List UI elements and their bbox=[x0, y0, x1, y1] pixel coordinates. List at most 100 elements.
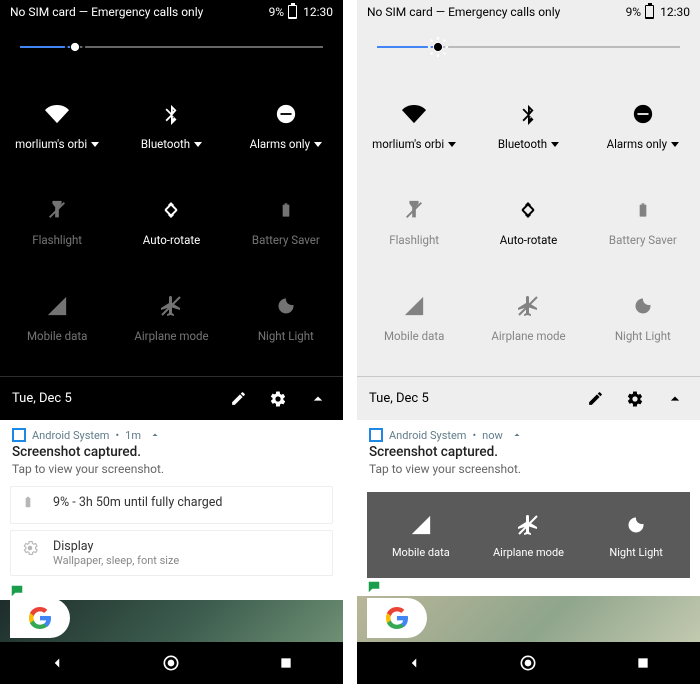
caret-down-icon bbox=[91, 142, 99, 147]
sub-notification[interactable]: Display Wallpaper, sleep, font size bbox=[10, 530, 333, 576]
preview-tile-nightlight: Night Light bbox=[582, 492, 690, 578]
tile-label: Battery Saver bbox=[252, 233, 320, 247]
tile-airplane[interactable]: Airplane mode bbox=[471, 270, 585, 366]
flashlight-icon bbox=[44, 197, 70, 223]
chevron-up-icon[interactable] bbox=[305, 386, 331, 412]
tile-dnd[interactable]: Alarms only bbox=[229, 78, 343, 174]
google-search-pill[interactable] bbox=[367, 598, 427, 638]
tile-label: Mobile data bbox=[384, 329, 444, 343]
notif-title: Screenshot captured. bbox=[0, 444, 343, 460]
nightlight-icon bbox=[623, 512, 649, 538]
nav-back[interactable] bbox=[43, 649, 71, 677]
gear-icon[interactable] bbox=[265, 386, 291, 412]
tile-autorotate[interactable]: Auto-rotate bbox=[471, 174, 585, 270]
status-sim-text: No SIM card — Emergency calls only bbox=[10, 5, 203, 19]
nav-home[interactable] bbox=[514, 649, 542, 677]
edit-icon[interactable] bbox=[582, 386, 608, 412]
caret-down-icon bbox=[671, 142, 679, 147]
chevron-up-icon[interactable] bbox=[662, 386, 688, 412]
nav-recents[interactable] bbox=[629, 649, 657, 677]
tile-nightlight[interactable]: Night Light bbox=[229, 270, 343, 366]
nightlight-icon bbox=[273, 293, 299, 319]
battery-icon bbox=[288, 5, 297, 19]
qs-footer-date: Tue, Dec 5 bbox=[12, 391, 72, 406]
dnd-icon bbox=[273, 101, 299, 127]
nav-recents[interactable] bbox=[272, 649, 300, 677]
tile-label: Night Light bbox=[615, 329, 671, 343]
chevron-up-icon[interactable] bbox=[511, 429, 523, 441]
status-battery-pct: 9% bbox=[269, 5, 285, 19]
qs-footer: Tue, Dec 5 bbox=[357, 376, 700, 420]
airplane-icon bbox=[515, 512, 541, 538]
autorotate-icon bbox=[158, 197, 184, 223]
status-bar: No SIM card — Emergency calls only 9% 12… bbox=[357, 0, 700, 24]
tile-label: Airplane mode bbox=[134, 329, 208, 343]
tile-nightlight[interactable]: Night Light bbox=[586, 270, 700, 366]
tile-label: Flashlight bbox=[389, 233, 439, 247]
tile-label: Airplane mode bbox=[491, 329, 565, 343]
brightness-slider[interactable] bbox=[0, 24, 343, 70]
battery-icon bbox=[645, 5, 654, 19]
status-time: 12:30 bbox=[303, 5, 333, 19]
battery-icon bbox=[630, 197, 656, 223]
status-bar: No SIM card — Emergency calls only 9% 12… bbox=[0, 0, 343, 24]
chevron-up-icon[interactable] bbox=[149, 429, 161, 441]
tile-label: Bluetooth bbox=[141, 137, 190, 151]
tile-label: Battery Saver bbox=[609, 233, 677, 247]
status-sim-text: No SIM card — Emergency calls only bbox=[367, 5, 560, 19]
tile-dnd[interactable]: Alarms only bbox=[586, 78, 700, 174]
tile-wifi[interactable]: morlium's orbi bbox=[357, 78, 471, 174]
preview-tile-label: Night Light bbox=[609, 546, 663, 559]
tile-autorotate[interactable]: Auto-rotate bbox=[114, 174, 228, 270]
notif-age: 1m bbox=[125, 429, 141, 442]
qs-footer-date: Tue, Dec 5 bbox=[369, 391, 429, 406]
airplane-icon bbox=[158, 293, 184, 319]
tile-wifi[interactable]: morlium's orbi bbox=[0, 78, 114, 174]
wallpaper bbox=[357, 596, 700, 684]
tile-flashlight[interactable]: Flashlight bbox=[0, 174, 114, 270]
preview-tile-mobiledata: Mobile data bbox=[367, 492, 475, 578]
tile-battery[interactable]: Battery Saver bbox=[586, 174, 700, 270]
sub-notification[interactable]: 9% - 3h 50m until fully charged bbox=[10, 486, 333, 524]
sub-notif-sub: Wallpaper, sleep, font size bbox=[53, 554, 179, 567]
notif-age: now bbox=[482, 429, 503, 442]
sub-notif-title: Display bbox=[53, 539, 179, 554]
status-battery-pct: 9% bbox=[626, 5, 642, 19]
phone-dark: No SIM card — Emergency calls only 9% 12… bbox=[0, 0, 343, 684]
caret-down-icon bbox=[551, 142, 559, 147]
notification-card[interactable]: Android System • 1m Screenshot captured.… bbox=[0, 420, 343, 582]
tile-mobiledata[interactable]: Mobile data bbox=[357, 270, 471, 366]
notification-card[interactable]: Android System • now Screenshot captured… bbox=[357, 420, 700, 578]
tile-battery[interactable]: Battery Saver bbox=[229, 174, 343, 270]
nav-back[interactable] bbox=[400, 649, 428, 677]
tile-label: Bluetooth bbox=[498, 137, 547, 151]
ongoing-bar[interactable] bbox=[357, 578, 700, 596]
qs-footer: Tue, Dec 5 bbox=[0, 376, 343, 420]
tile-bluetooth[interactable]: Bluetooth bbox=[471, 78, 585, 174]
gear-icon[interactable] bbox=[622, 386, 648, 412]
bluetooth-icon bbox=[515, 101, 541, 127]
preview-tile-label: Mobile data bbox=[392, 546, 450, 559]
tile-bluetooth[interactable]: Bluetooth bbox=[114, 78, 228, 174]
nav-home[interactable] bbox=[157, 649, 185, 677]
battery-icon bbox=[273, 197, 299, 223]
flashlight-icon bbox=[401, 197, 427, 223]
wifi-icon bbox=[44, 101, 70, 127]
sub-notif-title: 9% - 3h 50m until fully charged bbox=[53, 495, 222, 510]
wifi-icon bbox=[401, 101, 427, 127]
caret-down-icon bbox=[194, 142, 202, 147]
tile-flashlight[interactable]: Flashlight bbox=[357, 174, 471, 270]
phone-light: No SIM card — Emergency calls only 9% 12… bbox=[357, 0, 700, 684]
brightness-slider[interactable] bbox=[357, 24, 700, 70]
android-system-icon bbox=[12, 428, 26, 442]
tile-label: Auto-rotate bbox=[500, 233, 557, 247]
tile-mobiledata[interactable]: Mobile data bbox=[0, 270, 114, 366]
tile-airplane[interactable]: Airplane mode bbox=[114, 270, 228, 366]
qs-tiles-grid: morlium's orbi Bluetooth Alarms only Fla… bbox=[357, 70, 700, 376]
google-search-pill[interactable] bbox=[10, 598, 70, 638]
notif-subtitle: Tap to view your screenshot. bbox=[0, 460, 343, 486]
mobiledata-icon bbox=[401, 293, 427, 319]
edit-icon[interactable] bbox=[225, 386, 251, 412]
tile-label: Alarms only bbox=[607, 137, 667, 151]
caret-down-icon bbox=[448, 142, 456, 147]
